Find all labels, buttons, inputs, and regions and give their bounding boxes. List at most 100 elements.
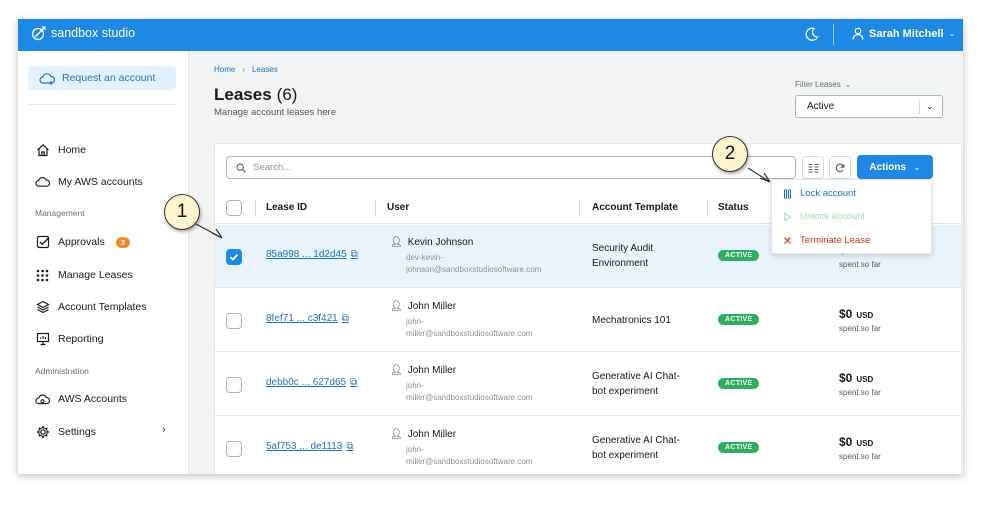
header-user[interactable]: User: [387, 202, 409, 213]
close-icon: [784, 237, 791, 244]
breadcrumb-leases[interactable]: Leases: [252, 65, 278, 74]
cost-currency: USD: [856, 439, 874, 448]
sidebar-item-settings[interactable]: Settings: [35, 424, 96, 440]
copy-icon[interactable]: ⧉: [351, 249, 358, 260]
sidebar-item-account-templates[interactable]: Account Templates: [35, 299, 147, 315]
refresh-button[interactable]: [829, 156, 851, 179]
sidebar-item-my-aws-accounts[interactable]: My AWS accounts: [35, 174, 143, 190]
menu-item-label: Lock account: [800, 188, 856, 199]
user-cell: 👤︎ John Miller: [390, 365, 456, 376]
cost-amount: $0: [839, 371, 853, 385]
copy-icon[interactable]: ⧉: [350, 377, 357, 388]
filter-select[interactable]: Active ⌄: [795, 95, 943, 118]
lease-id-link[interactable]: 85a998 ... 1d2d45 ⧉: [266, 249, 358, 260]
status-badge: ACTIVE: [718, 314, 760, 325]
spent-label: spent so far: [839, 452, 881, 461]
template-line-2: Environment: [592, 258, 649, 269]
sidebar-item-approvals[interactable]: Approvals 3: [35, 234, 130, 250]
table-row[interactable]: debb0c ... 627d65 ⧉ 👤︎ John Miller john-mi…: [215, 353, 961, 416]
user-name-text: John Miller: [407, 301, 457, 312]
copy-icon[interactable]: ⧉: [342, 313, 349, 324]
column-settings-button[interactable]: [802, 156, 824, 179]
search-input[interactable]: Search...: [226, 156, 796, 179]
cost-currency: USD: [856, 375, 874, 384]
cost-amount: $0: [839, 307, 853, 321]
row-checkbox[interactable]: [226, 313, 242, 329]
request-account-button[interactable]: Request an account: [28, 66, 176, 90]
presentation-chart-icon: [36, 332, 49, 346]
header-lease-id[interactable]: Lease ID: [266, 202, 307, 213]
template-line-1: Generative AI Chat-: [592, 371, 680, 382]
sidebar-item-label: AWS Accounts: [58, 393, 128, 405]
email-line-1: dev-kevin-: [406, 253, 443, 262]
table-row[interactable]: 5af753 ... de1113 ⧉ 👤︎ John Miller john-mi…: [215, 417, 961, 474]
spent-label: spent so far: [839, 260, 881, 269]
sidebar-item-label: Home: [58, 144, 87, 156]
topbar-divider: [833, 24, 834, 45]
person-icon: 👤︎: [390, 365, 403, 376]
select-all-checkbox[interactable]: [226, 200, 242, 216]
search-icon: [236, 162, 246, 173]
user-name-text: John Miller: [407, 429, 457, 440]
row-checkbox[interactable]: [226, 441, 242, 457]
breadcrumb-home[interactable]: Home: [214, 65, 235, 74]
lease-id-link[interactable]: 5af753 ... de1113 ⧉: [266, 441, 354, 452]
table-row[interactable]: 8fef71 ... c3f421 ⧉ 👤︎ John Miller john-mi…: [215, 289, 961, 352]
checkmark-icon: [229, 253, 239, 261]
template-cell: Security Audit Environment: [592, 241, 697, 271]
header-status[interactable]: Status: [718, 202, 749, 213]
sidebar-item-aws-accounts[interactable]: AWS Accounts: [35, 391, 127, 407]
person-icon: 👤︎: [390, 429, 403, 440]
menu-item-lock-account[interactable]: Lock account: [783, 188, 856, 199]
template-line-2: bot experiment: [592, 386, 659, 397]
lease-id-link[interactable]: debb0c ... 627d65 ⧉: [266, 377, 357, 388]
menu-item-label: Terminate Lease: [800, 235, 871, 246]
actions-button[interactable]: Actions ⌄: [857, 155, 933, 179]
sidebar-item-reporting[interactable]: Reporting: [35, 331, 104, 347]
user-menu[interactable]: Sarah Mitchell ⌄: [852, 27, 955, 40]
row-checkbox[interactable]: [226, 377, 242, 393]
sidebar-item-manage-leases[interactable]: Manage Leases: [35, 267, 133, 283]
logo-icon: [31, 26, 46, 41]
chevron-down-icon: ⌄: [926, 101, 934, 111]
user-name-text: John Miller: [407, 365, 457, 376]
menu-item-unlock-account[interactable]: Unlock account: [783, 211, 865, 222]
template-cell: Generative AI Chat-bot experiment: [592, 369, 697, 399]
cost-amount: $0: [839, 435, 853, 449]
email-line-1: john-: [406, 381, 424, 390]
user-email: john-miller@sandboxstudiosoftware.com: [406, 444, 571, 468]
menu-item-terminate-lease[interactable]: Terminate Lease: [783, 235, 870, 246]
template-line-1: Generative AI Chat-: [592, 435, 680, 446]
column-divider: [375, 200, 376, 216]
actions-menu: Lock account Unlock account Terminate Le…: [771, 179, 932, 254]
status-badge: ACTIVE: [718, 250, 760, 261]
sidebar-item-label: Manage Leases: [58, 269, 133, 281]
layers-icon: [35, 300, 50, 314]
brand-logo[interactable]: sandbox studio: [31, 25, 135, 41]
email-line-1: john-: [406, 445, 424, 454]
template-cell: Mechatronics 101: [592, 313, 697, 328]
cloud-plus-icon: [39, 72, 55, 85]
header-account-template[interactable]: Account Template: [592, 202, 678, 213]
sidebar-item-label: Reporting: [58, 333, 104, 345]
top-bar: sandbox studio Sarah Mitchell ⌄: [18, 19, 963, 51]
brand-name: sandbox studio: [51, 26, 136, 40]
sidebar-item-label: Account Templates: [58, 301, 147, 313]
cost-value: $0USD: [839, 435, 873, 449]
sidebar-item-home[interactable]: Home: [35, 142, 86, 158]
email-line-2: miller@sandboxstudiosoftware.com: [406, 393, 533, 402]
columns-icon: [808, 163, 818, 173]
lease-id-link[interactable]: 8fef71 ... c3f421 ⧉: [266, 313, 349, 324]
chevron-down-icon: ⌄: [948, 29, 956, 38]
row-checkbox[interactable]: [226, 249, 242, 265]
lease-id-text: debb0c ... 627d65: [266, 377, 347, 388]
sidebar-item-label: My AWS accounts: [58, 176, 143, 188]
page-title-count: (6): [276, 85, 298, 104]
template-line-2: bot experiment: [592, 450, 659, 461]
spent-label: spent so far: [839, 388, 881, 397]
dark-mode-toggle[interactable]: [805, 27, 819, 46]
copy-icon[interactable]: ⧉: [346, 441, 353, 452]
chevron-down-icon: ⌄: [844, 80, 852, 89]
user-name: Sarah Mitchell: [869, 27, 944, 40]
page-title-text: Leases: [214, 85, 272, 104]
